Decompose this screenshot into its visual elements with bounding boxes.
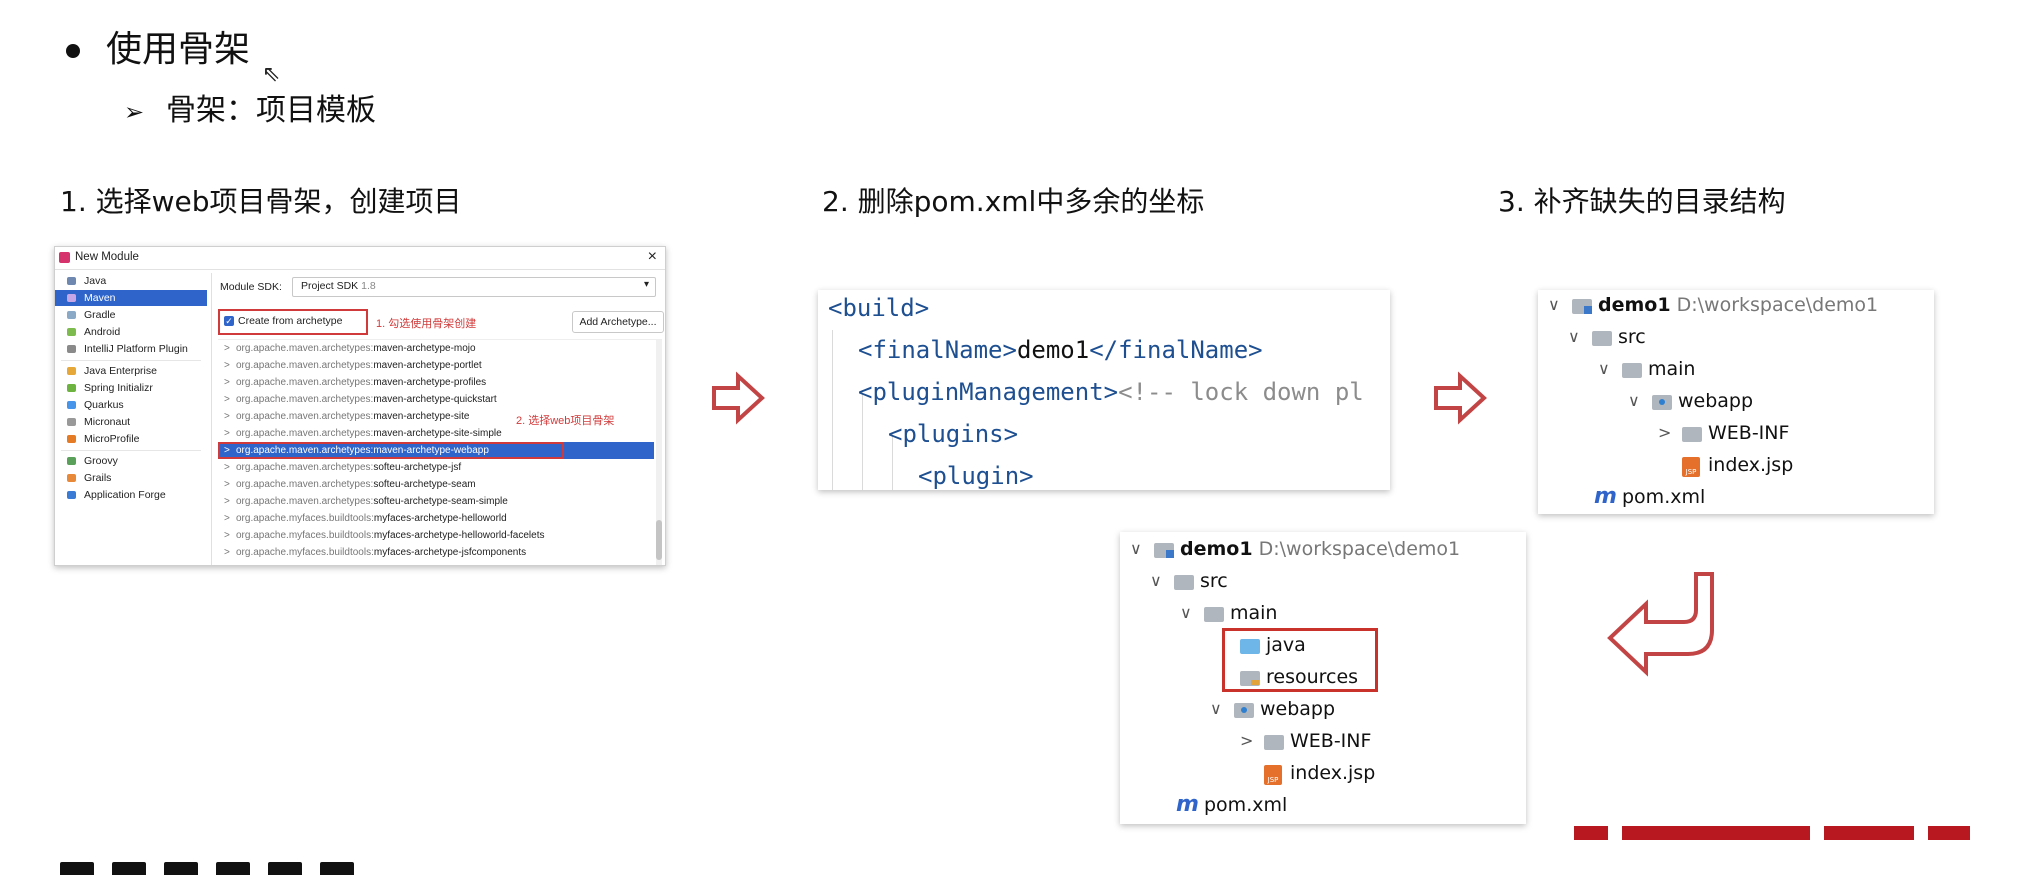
web-folder-icon	[1652, 395, 1672, 410]
archetype-list: > org.apache.maven.archetypes:maven-arche…	[218, 339, 662, 565]
slide-subpoint: 骨架：项目模板	[166, 93, 376, 128]
folder-icon	[1682, 427, 1702, 442]
archetype-row[interactable]: > org.apache.myfaces.buildtools:myfaces-a…	[218, 510, 654, 527]
jsp-file-icon: JSP	[1264, 765, 1282, 785]
sdk-version: 1.8	[361, 280, 376, 292]
archetype-row[interactable]: > org.apache.maven.archetypes:maven-arche…	[218, 374, 654, 391]
intellij-logo-icon	[59, 252, 70, 263]
step-2-label: 2. 删除pom.xml中多余的坐标	[822, 185, 1205, 218]
archetype-row[interactable]: > org.apache.maven.archetypes:maven-arche…	[218, 340, 654, 357]
sdk-value: Project SDK	[301, 280, 359, 292]
code-line-plugins: <plugins>	[888, 420, 1019, 448]
cropped-red-banner	[1574, 826, 1970, 840]
sidebar-item-gradle[interactable]: Gradle	[55, 307, 207, 323]
sidebar-item-spring-initializr[interactable]: Spring Initializr	[55, 380, 207, 396]
sidebar-item-grails[interactable]: Grails	[55, 470, 207, 486]
micronaut-icon	[67, 418, 76, 426]
maven-icon	[67, 294, 76, 302]
maven-file-icon: m	[1176, 792, 1199, 817]
code-line-build: <build>	[828, 294, 930, 322]
module-sdk-label: Module SDK:	[220, 281, 282, 293]
sidebar-item-application-forge[interactable]: Application Forge	[55, 487, 207, 503]
archetype-row[interactable]: > org.apache.maven.archetypes:softeu-arch…	[218, 476, 654, 493]
sidebar-item-java[interactable]: Java	[55, 273, 207, 289]
annotation-check-archetype: 1. 勾选使用骨架创建	[376, 318, 477, 330]
module-folder-icon	[1154, 543, 1174, 558]
bullet-dot	[66, 44, 80, 58]
right-arrow-icon	[712, 371, 765, 425]
create-from-archetype-label: Create from archetype	[238, 315, 343, 327]
chevron-down-icon: ▾	[643, 279, 649, 290]
application-forge-icon	[67, 491, 76, 499]
step-3-label: 3. 补齐缺失的目录结构	[1498, 185, 1786, 218]
create-from-archetype-checkbox[interactable]: ✓ Create from archetype	[218, 309, 368, 335]
code-line-plugin: <plugin>	[918, 462, 1034, 490]
sidebar-item-groovy[interactable]: Groovy	[55, 453, 207, 469]
archetype-row[interactable]: > org.apache.maven.archetypes:softeu-arch…	[218, 493, 654, 510]
curved-return-arrow-icon	[1607, 572, 1714, 677]
maven-file-icon: m	[1594, 484, 1617, 509]
project-tree-after: ∨ demo1 D:\workspace\demo1 ∨ src ∨ main …	[1120, 532, 1526, 824]
checkbox-checked-icon: ✓	[224, 316, 234, 326]
module-type-sidebar: Java Maven Gradle Android IntelliJ Platf…	[55, 273, 207, 565]
arrow-bullet-icon: ➢	[124, 98, 145, 126]
spring-icon	[67, 384, 76, 392]
module-sdk-select[interactable]: Project SDK 1.8 ▾	[292, 277, 656, 297]
dialog-main-pane: Module SDK: Project SDK 1.8 ▾ ✓ Create f…	[211, 273, 665, 565]
folder-icon	[1622, 363, 1642, 378]
new-folders-highlight-box	[1222, 628, 1378, 692]
archetype-row[interactable]: > org.apache.maven.archetypes:softeu-arch…	[218, 459, 654, 476]
webapp-highlight-box	[218, 442, 564, 459]
groovy-icon	[67, 457, 76, 465]
sidebar-item-microprofile[interactable]: MicroProfile	[55, 431, 207, 447]
jsp-file-icon: JSP	[1682, 457, 1700, 477]
project-tree-before: ∨ demo1 D:\workspace\demo1 ∨ src ∨ main …	[1538, 290, 1934, 514]
close-icon[interactable]: ×	[648, 248, 657, 266]
sidebar-item-maven[interactable]: Maven	[55, 290, 207, 306]
archetype-row[interactable]: > org.apache.maven.archetypes:maven-arche…	[218, 425, 654, 442]
pom-xml-code-snippet: <build> <finalName>demo1</finalName> <pl…	[818, 290, 1390, 490]
cropped-next-heading	[60, 860, 500, 875]
gradle-icon	[67, 311, 76, 319]
grails-icon	[67, 474, 76, 482]
folder-icon	[1204, 607, 1224, 622]
sidebar-divider	[61, 450, 201, 451]
code-line-pluginmanagement: <pluginManagement><!-- lock down pl	[858, 378, 1364, 406]
android-icon	[67, 328, 76, 336]
right-arrow-icon	[1434, 371, 1487, 425]
sidebar-item-java-enterprise[interactable]: Java Enterprise	[55, 363, 207, 379]
dialog-titlebar: New Module ×	[55, 247, 665, 270]
plugin-icon	[67, 345, 76, 353]
folder-icon	[1592, 331, 1612, 346]
quarkus-icon	[67, 401, 76, 409]
folder-icon	[1264, 735, 1284, 750]
java-enterprise-icon	[67, 367, 76, 375]
sidebar-item-quarkus[interactable]: Quarkus	[55, 397, 207, 413]
sidebar-item-android[interactable]: Android	[55, 324, 207, 340]
java-icon	[67, 277, 76, 285]
new-module-dialog: New Module × Java Maven Gradle Android I…	[54, 246, 666, 566]
scrollbar-thumb[interactable]	[656, 520, 662, 560]
add-archetype-button[interactable]: Add Archetype...	[572, 311, 664, 333]
archetype-row[interactable]: > org.apache.maven.archetypes:maven-arche…	[218, 391, 654, 408]
sidebar-item-intellij-plugin[interactable]: IntelliJ Platform Plugin	[55, 341, 207, 357]
microprofile-icon	[67, 435, 76, 443]
sidebar-divider	[61, 360, 201, 361]
code-line-finalname: <finalName>demo1</finalName>	[858, 336, 1263, 364]
web-folder-icon	[1234, 703, 1254, 718]
folder-icon	[1174, 575, 1194, 590]
indent-guide	[832, 330, 833, 490]
step-1-label: 1. 选择web项目骨架，创建项目	[60, 185, 462, 218]
mouse-cursor-icon: ⇖	[262, 62, 281, 87]
archetype-row[interactable]: > org.apache.myfaces.buildtools:myfaces-a…	[218, 544, 654, 561]
dialog-title: New Module	[75, 251, 139, 263]
archetype-list-scrollbar[interactable]	[656, 340, 662, 565]
archetype-row-webapp-selected[interactable]: > org.apache.maven.archetypes:maven-arche…	[218, 442, 654, 459]
slide-heading: 使用骨架	[106, 29, 251, 70]
sidebar-item-micronaut[interactable]: Micronaut	[55, 414, 207, 430]
archetype-row[interactable]: > org.apache.myfaces.buildtools:myfaces-a…	[218, 527, 654, 544]
module-folder-icon	[1572, 299, 1592, 314]
archetype-row[interactable]: > org.apache.maven.archetypes:maven-arche…	[218, 357, 654, 374]
